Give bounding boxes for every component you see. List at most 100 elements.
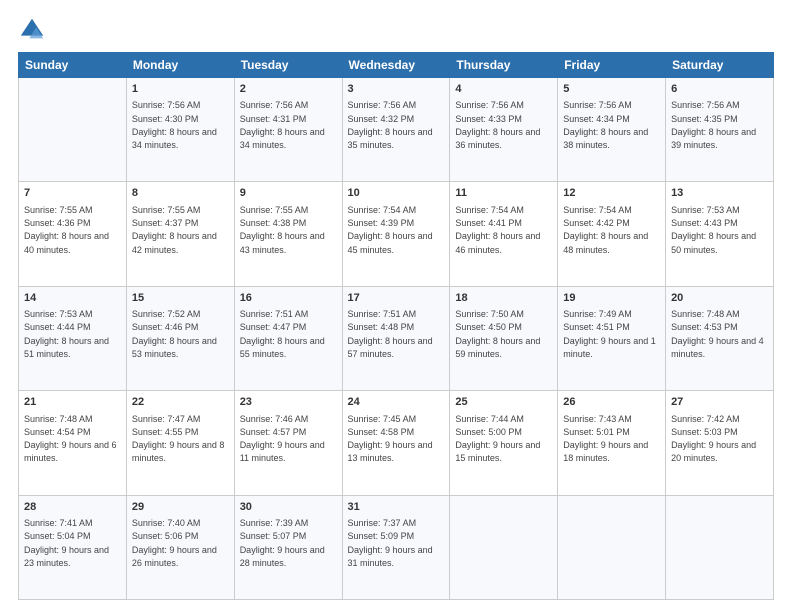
day-info: Sunrise: 7:43 AMSunset: 5:01 PMDaylight:…: [563, 414, 648, 464]
day-cell: 26 Sunrise: 7:43 AMSunset: 5:01 PMDayligh…: [558, 391, 666, 495]
day-cell: 3 Sunrise: 7:56 AMSunset: 4:32 PMDaylight…: [342, 78, 450, 182]
day-number: 18: [455, 291, 552, 306]
day-info: Sunrise: 7:56 AMSunset: 4:35 PMDaylight:…: [671, 100, 756, 150]
day-info: Sunrise: 7:45 AMSunset: 4:58 PMDaylight:…: [348, 414, 433, 464]
day-cell: 27 Sunrise: 7:42 AMSunset: 5:03 PMDayligh…: [666, 391, 774, 495]
day-info: Sunrise: 7:40 AMSunset: 5:06 PMDaylight:…: [132, 518, 217, 568]
day-number: 5: [563, 82, 660, 97]
day-info: Sunrise: 7:52 AMSunset: 4:46 PMDaylight:…: [132, 309, 217, 359]
day-cell: 25 Sunrise: 7:44 AMSunset: 5:00 PMDayligh…: [450, 391, 558, 495]
day-number: 7: [24, 186, 121, 201]
day-info: Sunrise: 7:55 AMSunset: 4:36 PMDaylight:…: [24, 205, 109, 255]
day-cell: 7 Sunrise: 7:55 AMSunset: 4:36 PMDaylight…: [19, 182, 127, 286]
day-number: 23: [240, 395, 337, 410]
day-number: 10: [348, 186, 445, 201]
day-cell: 18 Sunrise: 7:50 AMSunset: 4:50 PMDayligh…: [450, 286, 558, 390]
day-info: Sunrise: 7:55 AMSunset: 4:38 PMDaylight:…: [240, 205, 325, 255]
day-number: 25: [455, 395, 552, 410]
day-info: Sunrise: 7:56 AMSunset: 4:31 PMDaylight:…: [240, 100, 325, 150]
day-cell: 21 Sunrise: 7:48 AMSunset: 4:54 PMDayligh…: [19, 391, 127, 495]
week-row-1: 1Sunrise: 7:56 AMSunset: 4:30 PMDaylight…: [19, 78, 774, 182]
day-number: 11: [455, 186, 552, 201]
day-cell: 2Sunrise: 7:56 AMSunset: 4:31 PMDaylight…: [234, 78, 342, 182]
day-number: 22: [132, 395, 229, 410]
day-cell: 15 Sunrise: 7:52 AMSunset: 4:46 PMDayligh…: [126, 286, 234, 390]
day-cell: 6 Sunrise: 7:56 AMSunset: 4:35 PMDaylight…: [666, 78, 774, 182]
day-info: Sunrise: 7:56 AMSunset: 4:33 PMDaylight:…: [455, 100, 540, 150]
day-number: 14: [24, 291, 121, 306]
day-cell: 29 Sunrise: 7:40 AMSunset: 5:06 PMDayligh…: [126, 495, 234, 599]
day-number: 26: [563, 395, 660, 410]
day-number: 17: [348, 291, 445, 306]
day-info: Sunrise: 7:54 AMSunset: 4:42 PMDaylight:…: [563, 205, 648, 255]
day-cell: [558, 495, 666, 599]
col-header-thursday: Thursday: [450, 53, 558, 78]
day-number: 12: [563, 186, 660, 201]
day-number: 20: [671, 291, 768, 306]
day-cell: 22Sunrise: 7:47 AMSunset: 4:55 PMDayligh…: [126, 391, 234, 495]
day-number: 13: [671, 186, 768, 201]
day-number: 8: [132, 186, 229, 201]
day-cell: 23 Sunrise: 7:46 AMSunset: 4:57 PMDayligh…: [234, 391, 342, 495]
header-row: SundayMondayTuesdayWednesdayThursdayFrid…: [19, 53, 774, 78]
day-number: 19: [563, 291, 660, 306]
day-info: Sunrise: 7:55 AMSunset: 4:37 PMDaylight:…: [132, 205, 217, 255]
day-info: Sunrise: 7:51 AMSunset: 4:47 PMDaylight:…: [240, 309, 325, 359]
day-cell: 20 Sunrise: 7:48 AMSunset: 4:53 PMDayligh…: [666, 286, 774, 390]
day-cell: 10 Sunrise: 7:54 AMSunset: 4:39 PMDayligh…: [342, 182, 450, 286]
day-number: 15: [132, 291, 229, 306]
day-number: 21: [24, 395, 121, 410]
day-info: Sunrise: 7:53 AMSunset: 4:43 PMDaylight:…: [671, 205, 756, 255]
day-cell: 5Sunrise: 7:56 AMSunset: 4:34 PMDaylight…: [558, 78, 666, 182]
day-info: Sunrise: 7:41 AMSunset: 5:04 PMDaylight:…: [24, 518, 109, 568]
day-info: Sunrise: 7:50 AMSunset: 4:50 PMDaylight:…: [455, 309, 540, 359]
day-info: Sunrise: 7:54 AMSunset: 4:41 PMDaylight:…: [455, 205, 540, 255]
day-number: 9: [240, 186, 337, 201]
day-number: 28: [24, 500, 121, 515]
day-number: 30: [240, 500, 337, 515]
day-cell: 8 Sunrise: 7:55 AMSunset: 4:37 PMDaylight…: [126, 182, 234, 286]
day-info: Sunrise: 7:49 AMSunset: 4:51 PMDaylight:…: [563, 309, 656, 359]
day-number: 3: [348, 82, 445, 97]
day-number: 4: [455, 82, 552, 97]
day-cell: 1Sunrise: 7:56 AMSunset: 4:30 PMDaylight…: [126, 78, 234, 182]
day-cell: 16 Sunrise: 7:51 AMSunset: 4:47 PMDayligh…: [234, 286, 342, 390]
day-cell: 17Sunrise: 7:51 AMSunset: 4:48 PMDayligh…: [342, 286, 450, 390]
day-info: Sunrise: 7:42 AMSunset: 5:03 PMDaylight:…: [671, 414, 756, 464]
col-header-friday: Friday: [558, 53, 666, 78]
col-header-sunday: Sunday: [19, 53, 127, 78]
day-number: 29: [132, 500, 229, 515]
day-cell: 4 Sunrise: 7:56 AMSunset: 4:33 PMDaylight…: [450, 78, 558, 182]
col-header-tuesday: Tuesday: [234, 53, 342, 78]
day-info: Sunrise: 7:46 AMSunset: 4:57 PMDaylight:…: [240, 414, 325, 464]
day-cell: [450, 495, 558, 599]
day-number: 27: [671, 395, 768, 410]
col-header-wednesday: Wednesday: [342, 53, 450, 78]
day-info: Sunrise: 7:53 AMSunset: 4:44 PMDaylight:…: [24, 309, 109, 359]
day-cell: 30 Sunrise: 7:39 AMSunset: 5:07 PMDayligh…: [234, 495, 342, 599]
day-cell: [666, 495, 774, 599]
day-info: Sunrise: 7:37 AMSunset: 5:09 PMDaylight:…: [348, 518, 433, 568]
day-cell: 11 Sunrise: 7:54 AMSunset: 4:41 PMDayligh…: [450, 182, 558, 286]
col-header-saturday: Saturday: [666, 53, 774, 78]
day-cell: 19 Sunrise: 7:49 AMSunset: 4:51 PMDayligh…: [558, 286, 666, 390]
week-row-2: 7 Sunrise: 7:55 AMSunset: 4:36 PMDaylight…: [19, 182, 774, 286]
day-info: Sunrise: 7:56 AMSunset: 4:30 PMDaylight:…: [132, 100, 217, 150]
day-info: Sunrise: 7:39 AMSunset: 5:07 PMDaylight:…: [240, 518, 325, 568]
day-cell: 24 Sunrise: 7:45 AMSunset: 4:58 PMDayligh…: [342, 391, 450, 495]
day-cell: 31Sunrise: 7:37 AMSunset: 5:09 PMDayligh…: [342, 495, 450, 599]
page: SundayMondayTuesdayWednesdayThursdayFrid…: [0, 0, 792, 612]
day-info: Sunrise: 7:48 AMSunset: 4:54 PMDaylight:…: [24, 414, 117, 464]
day-info: Sunrise: 7:44 AMSunset: 5:00 PMDaylight:…: [455, 414, 540, 464]
day-cell: 28 Sunrise: 7:41 AMSunset: 5:04 PMDayligh…: [19, 495, 127, 599]
calendar-table: SundayMondayTuesdayWednesdayThursdayFrid…: [18, 52, 774, 600]
col-header-monday: Monday: [126, 53, 234, 78]
day-info: Sunrise: 7:48 AMSunset: 4:53 PMDaylight:…: [671, 309, 764, 359]
day-number: 24: [348, 395, 445, 410]
header: [18, 16, 774, 44]
day-number: 6: [671, 82, 768, 97]
day-info: Sunrise: 7:56 AMSunset: 4:32 PMDaylight:…: [348, 100, 433, 150]
day-info: Sunrise: 7:54 AMSunset: 4:39 PMDaylight:…: [348, 205, 433, 255]
logo-icon: [18, 16, 46, 44]
day-number: 16: [240, 291, 337, 306]
